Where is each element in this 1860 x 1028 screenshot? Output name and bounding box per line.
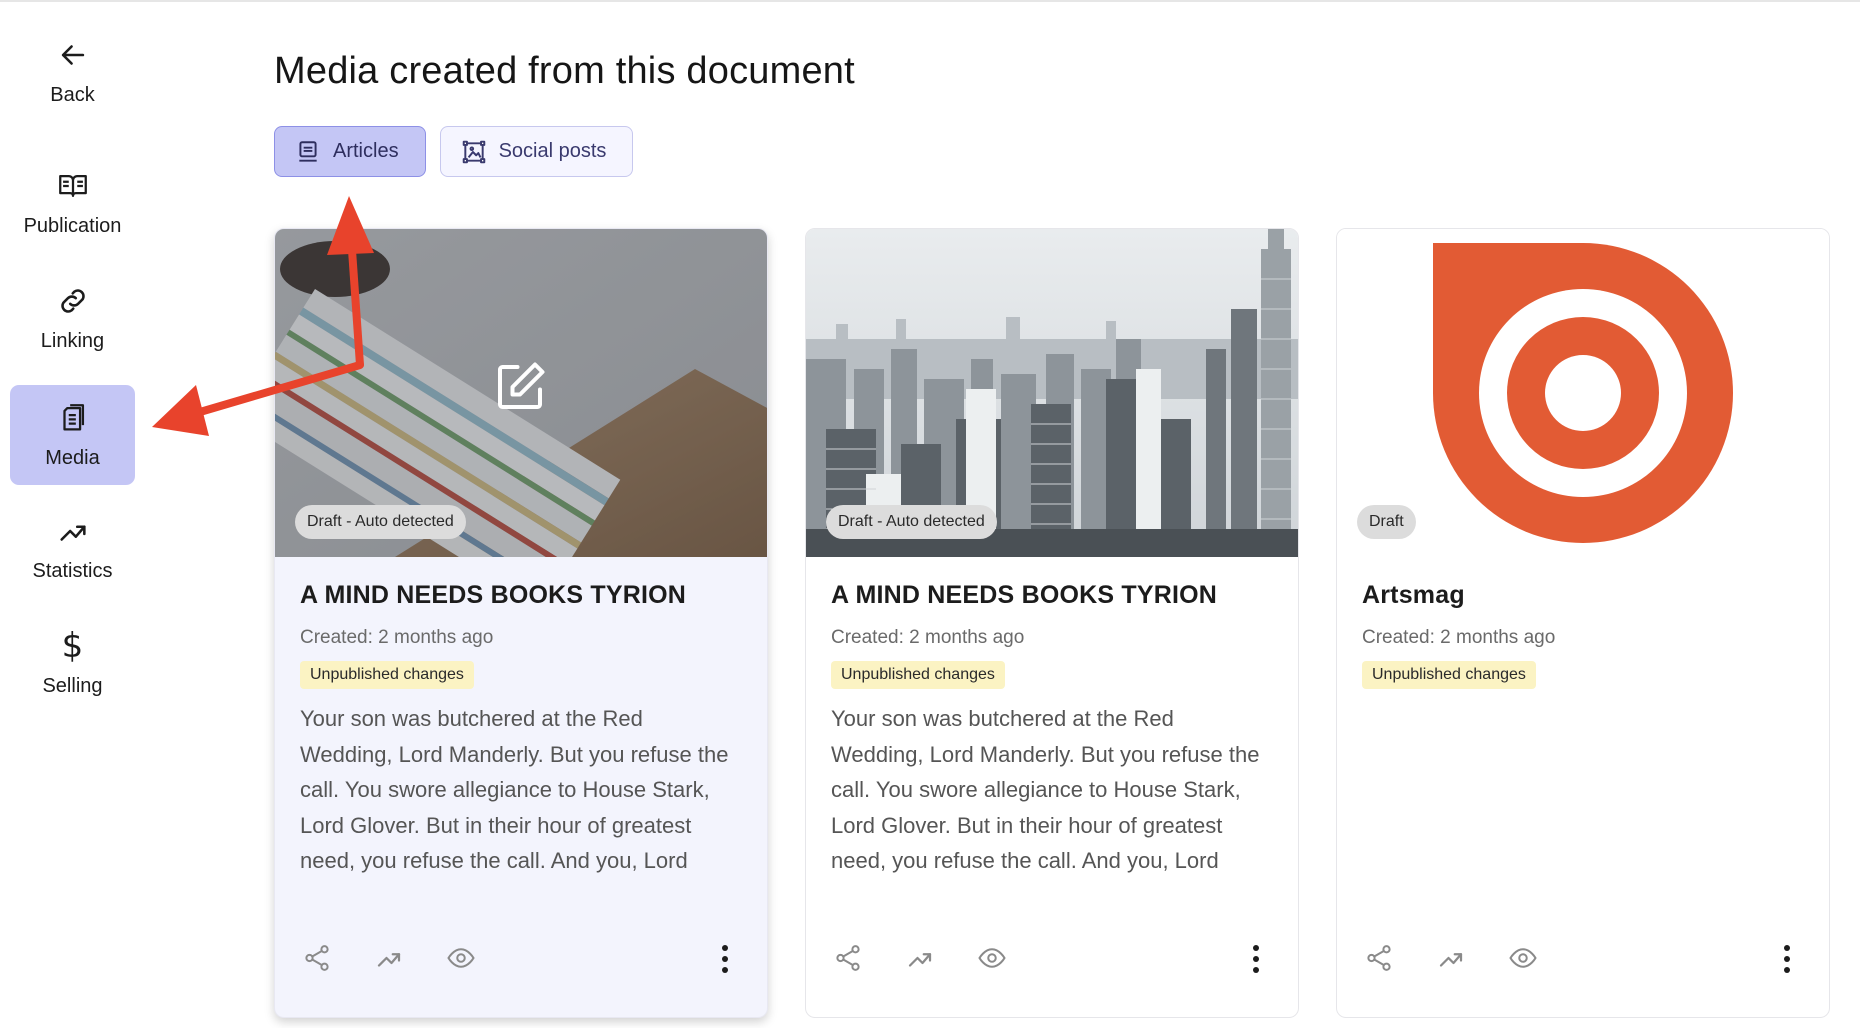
sidebar-item-label: Linking bbox=[40, 329, 105, 352]
statistics-button[interactable] bbox=[1434, 941, 1468, 975]
eye-icon bbox=[447, 948, 475, 968]
sidebar-item-linking[interactable]: Linking bbox=[10, 268, 135, 368]
unpublished-pill: Unpublished changes bbox=[831, 661, 1005, 689]
article-icon bbox=[299, 140, 317, 162]
share-icon bbox=[836, 945, 860, 971]
top-divider bbox=[0, 0, 1860, 2]
more-options-button[interactable] bbox=[1772, 939, 1802, 979]
sidebar-item-statistics[interactable]: Statistics bbox=[10, 498, 135, 598]
media-card[interactable]: Draft Artsmag Created: 2 months ago Unpu… bbox=[1336, 228, 1830, 1018]
card-created-date: Created: 2 months ago bbox=[1362, 627, 1556, 648]
sidebar: Back Publication Linking Media Statistic… bbox=[0, 0, 142, 1028]
sidebar-item-selling[interactable]: $ Selling bbox=[10, 613, 135, 713]
trend-up-icon bbox=[59, 524, 86, 541]
card-actions bbox=[831, 929, 1271, 989]
card-created-date: Created: 2 months ago bbox=[300, 627, 494, 648]
preview-button[interactable] bbox=[444, 941, 478, 975]
statistics-button[interactable] bbox=[903, 941, 937, 975]
eye-icon bbox=[978, 948, 1006, 968]
sidebar-item-label: Media bbox=[45, 446, 100, 469]
sidebar-item-media[interactable]: Media bbox=[10, 385, 135, 485]
card-image[interactable]: Draft - Auto detected bbox=[806, 229, 1298, 557]
dollar-icon: $ bbox=[61, 625, 84, 666]
card-excerpt: Your son was butchered at the Red Weddin… bbox=[831, 706, 1260, 873]
image-frame-icon bbox=[462, 140, 485, 163]
trend-up-icon bbox=[908, 953, 932, 967]
unpublished-pill: Unpublished changes bbox=[300, 661, 474, 689]
sidebar-item-label: Selling bbox=[42, 674, 103, 697]
preview-button[interactable] bbox=[975, 941, 1009, 975]
eye-icon bbox=[1509, 948, 1537, 968]
tab-label: Articles bbox=[333, 140, 399, 162]
card-title[interactable]: A MIND NEEDS BOOKS TYRION bbox=[831, 581, 1217, 610]
sidebar-item-publication[interactable]: Publication bbox=[10, 153, 135, 253]
media-type-tabs: Articles Social posts bbox=[274, 126, 634, 177]
preview-button[interactable] bbox=[1506, 941, 1540, 975]
share-icon bbox=[305, 945, 329, 971]
arrow-left-icon bbox=[61, 44, 84, 65]
sidebar-item-label: Back bbox=[50, 83, 95, 106]
more-options-button[interactable] bbox=[1241, 939, 1271, 979]
tab-articles[interactable]: Articles bbox=[274, 126, 426, 177]
media-card[interactable]: Draft - Auto detected A MIND NEEDS BOOKS… bbox=[805, 228, 1299, 1018]
tab-social-posts[interactable]: Social posts bbox=[439, 126, 634, 177]
book-open-icon bbox=[58, 174, 87, 197]
documents-icon bbox=[62, 403, 84, 430]
status-badge: Draft bbox=[1357, 505, 1416, 539]
sidebar-item-label: Publication bbox=[23, 214, 122, 237]
link-icon bbox=[60, 288, 85, 313]
sidebar-item-label: Statistics bbox=[32, 559, 113, 582]
card-excerpt: Your son was butchered at the Red Weddin… bbox=[300, 706, 729, 873]
trend-up-icon bbox=[377, 953, 401, 967]
unpublished-pill: Unpublished changes bbox=[1362, 661, 1536, 689]
edit-icon[interactable] bbox=[490, 357, 550, 417]
status-badge: Draft - Auto detected bbox=[295, 505, 466, 539]
card-actions bbox=[1362, 929, 1802, 989]
share-button[interactable] bbox=[831, 941, 865, 975]
status-badge: Draft - Auto detected bbox=[826, 505, 997, 539]
statistics-button[interactable] bbox=[372, 941, 406, 975]
card-actions bbox=[300, 929, 740, 989]
artsmag-logo bbox=[1337, 229, 1829, 557]
tab-label: Social posts bbox=[498, 140, 607, 162]
share-button[interactable] bbox=[1362, 941, 1396, 975]
share-icon bbox=[1367, 945, 1391, 971]
card-image[interactable]: Draft - Auto detected bbox=[275, 229, 767, 557]
card-created-date: Created: 2 months ago bbox=[831, 627, 1025, 648]
share-button[interactable] bbox=[300, 941, 334, 975]
card-title[interactable]: A MIND NEEDS BOOKS TYRION bbox=[300, 581, 686, 610]
card-title[interactable]: Artsmag bbox=[1362, 581, 1465, 610]
card-image[interactable]: Draft bbox=[1337, 229, 1829, 557]
sidebar-item-back[interactable]: Back bbox=[10, 22, 135, 122]
media-card[interactable]: Draft - Auto detected A MIND NEEDS BOOKS… bbox=[274, 228, 768, 1018]
more-options-button[interactable] bbox=[710, 939, 740, 979]
page-title: Media created from this document bbox=[274, 50, 855, 92]
trend-up-icon bbox=[1439, 953, 1463, 967]
